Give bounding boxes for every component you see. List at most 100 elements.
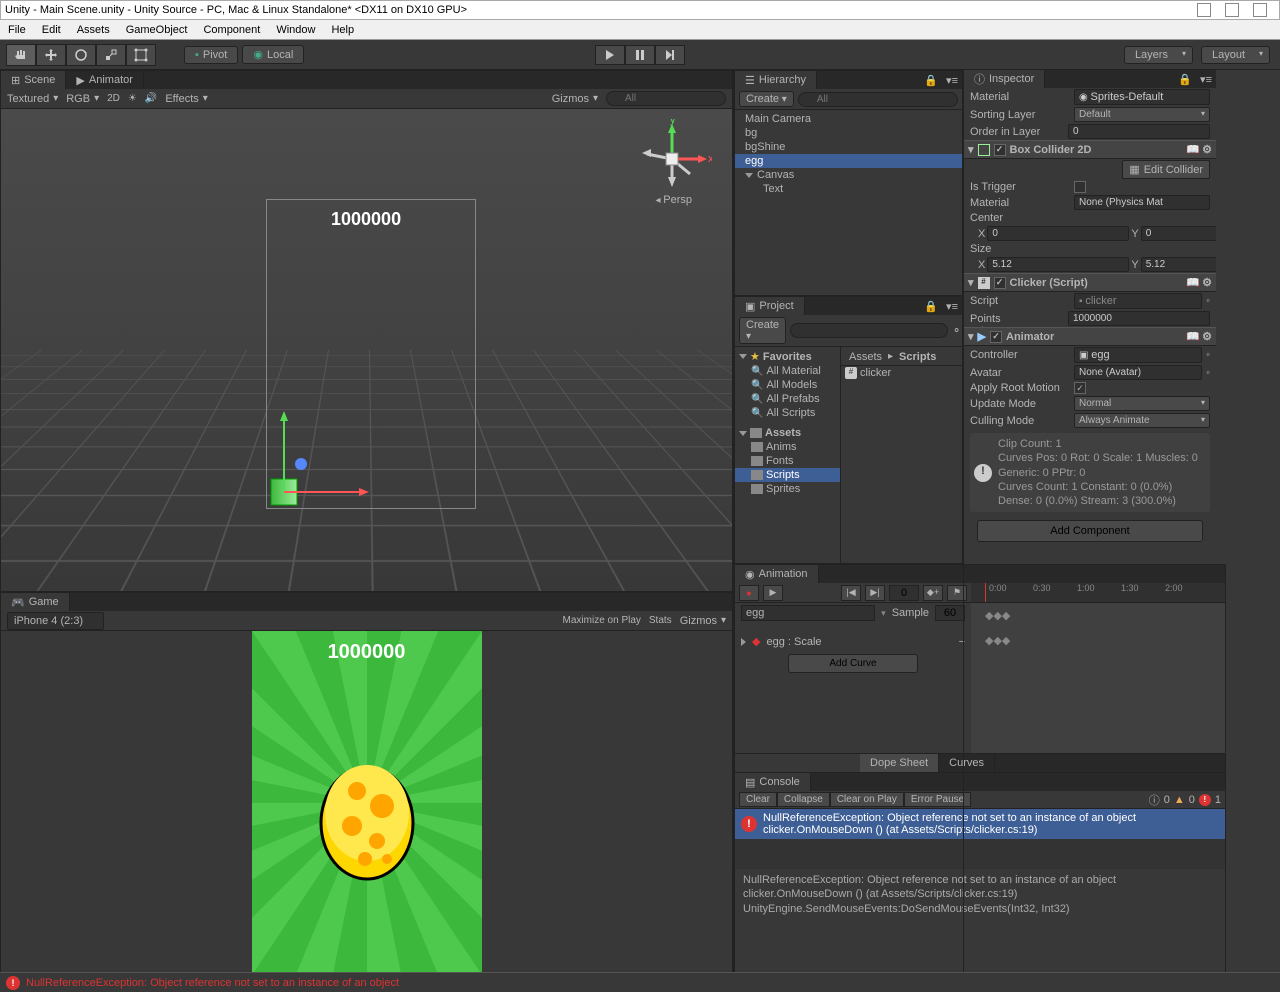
menu-edit[interactable]: Edit bbox=[42, 24, 61, 36]
animator-header[interactable]: ▾▶✓ Animator 📖⚙ bbox=[964, 327, 1216, 346]
size-x-field[interactable] bbox=[987, 257, 1129, 272]
sample-field[interactable] bbox=[935, 605, 965, 621]
aspect-dropdown[interactable]: iPhone 4 (2:3) bbox=[7, 612, 104, 630]
box-collider-header[interactable]: ▾✓ Box Collider 2D 📖⚙ bbox=[964, 140, 1216, 159]
trigger-checkbox[interactable] bbox=[1074, 181, 1086, 193]
gear-icon[interactable]: ⚙ bbox=[1202, 276, 1212, 289]
controller-field[interactable]: ▣ egg bbox=[1074, 347, 1202, 363]
project-create-button[interactable]: Create ▾ bbox=[739, 317, 786, 344]
clear-button[interactable]: Clear bbox=[739, 792, 777, 807]
audio-icon[interactable]: 🔊 bbox=[145, 93, 157, 104]
2d-toggle[interactable]: 2D bbox=[107, 93, 120, 104]
close-icon[interactable] bbox=[1253, 3, 1267, 17]
help-icon[interactable]: 📖 bbox=[1186, 276, 1200, 289]
menu-gameobject[interactable]: GameObject bbox=[126, 24, 188, 36]
tab-console[interactable]: ▤Console bbox=[735, 773, 811, 791]
game-gizmos-dropdown[interactable]: Gizmos ▾ bbox=[680, 615, 726, 627]
edit-collider-button[interactable]: ▦Edit Collider bbox=[1122, 160, 1210, 179]
lock-icon[interactable]: 🔒 bbox=[920, 74, 942, 87]
script-field[interactable]: ▪ clicker bbox=[1074, 293, 1202, 309]
anim-track[interactable]: ◆egg : Scale− bbox=[735, 633, 971, 650]
points-field[interactable] bbox=[1068, 311, 1210, 326]
maximize-toggle[interactable]: Maximize on Play bbox=[563, 615, 641, 626]
menu-file[interactable]: File bbox=[8, 24, 26, 36]
hand-tool-icon[interactable] bbox=[6, 44, 36, 66]
size-y-field[interactable] bbox=[1141, 257, 1216, 272]
fav-prefabs[interactable]: 🔍All Prefabs bbox=[735, 392, 840, 406]
hierarchy-item-canvas[interactable]: Canvas bbox=[735, 168, 962, 182]
hierarchy-item-bg[interactable]: bg bbox=[735, 126, 962, 140]
move-tool-icon[interactable] bbox=[36, 44, 66, 66]
statusbar[interactable]: ! NullReferenceException: Object referen… bbox=[0, 972, 1280, 992]
panel-menu-icon[interactable]: ▾≡ bbox=[942, 74, 962, 87]
help-icon[interactable]: 📖 bbox=[1186, 143, 1200, 156]
pivot-toggle[interactable]: ▪Pivot bbox=[184, 46, 238, 64]
collider-enabled-checkbox[interactable]: ✓ bbox=[994, 144, 1006, 156]
hierarchy-item-text[interactable]: Text bbox=[735, 182, 962, 196]
filter-icon[interactable]: ⚬ bbox=[952, 324, 961, 337]
scene-search-input[interactable] bbox=[606, 91, 726, 106]
menu-help[interactable]: Help bbox=[331, 24, 354, 36]
scene-viewport[interactable]: 1000000 y bbox=[1, 109, 732, 591]
clear-on-play-button[interactable]: Clear on Play bbox=[830, 792, 904, 807]
stats-toggle[interactable]: Stats bbox=[649, 615, 672, 626]
collider-material-field[interactable]: None (Physics Mat bbox=[1074, 195, 1210, 210]
center-x-field[interactable] bbox=[987, 226, 1129, 241]
folder-anims[interactable]: Anims bbox=[735, 440, 840, 454]
sorting-layer-dropdown[interactable]: Default bbox=[1074, 107, 1210, 122]
help-icon[interactable]: 📖 bbox=[1186, 330, 1200, 343]
scale-tool-icon[interactable] bbox=[96, 44, 126, 66]
animator-enabled-checkbox[interactable]: ✓ bbox=[990, 331, 1002, 343]
maximize-icon[interactable] bbox=[1225, 3, 1239, 17]
tab-hierarchy[interactable]: ☰Hierarchy bbox=[735, 71, 817, 89]
panel-menu-icon[interactable]: ▾≡ bbox=[942, 300, 962, 313]
lighting-icon[interactable]: ☀ bbox=[128, 93, 137, 104]
tab-project[interactable]: ▣Project bbox=[735, 297, 805, 315]
play-button-icon[interactable] bbox=[595, 45, 625, 65]
folder-scripts[interactable]: Scripts bbox=[735, 468, 840, 482]
fav-models[interactable]: 🔍All Models bbox=[735, 378, 840, 392]
clicker-script-header[interactable]: ▾#✓ Clicker (Script) 📖⚙ bbox=[964, 273, 1216, 292]
pause-button-icon[interactable] bbox=[625, 45, 655, 65]
menu-assets[interactable]: Assets bbox=[77, 24, 110, 36]
lock-icon[interactable]: 🔒 bbox=[920, 300, 942, 313]
clip-dropdown[interactable]: egg bbox=[741, 605, 875, 621]
local-toggle[interactable]: ◉Local bbox=[242, 45, 304, 64]
tab-game[interactable]: 🎮Game bbox=[1, 593, 70, 611]
tab-animator[interactable]: ▶Animator bbox=[66, 71, 144, 89]
avatar-field[interactable]: None (Avatar) bbox=[1074, 365, 1202, 380]
tab-inspector[interactable]: ⓘInspector bbox=[964, 70, 1045, 88]
lock-icon[interactable]: 🔒 bbox=[1174, 73, 1196, 86]
center-y-field[interactable] bbox=[1141, 226, 1216, 241]
rect-tool-icon[interactable] bbox=[126, 44, 156, 66]
root-motion-checkbox[interactable]: ✓ bbox=[1074, 382, 1086, 394]
persp-label[interactable]: ◂ Persp bbox=[655, 194, 692, 206]
assets-folder[interactable]: Assets bbox=[735, 426, 840, 440]
collapse-button[interactable]: Collapse bbox=[777, 792, 830, 807]
draw-mode-dropdown[interactable]: Textured ▾ bbox=[7, 93, 58, 105]
hierarchy-create-button[interactable]: Create ▾ bbox=[739, 91, 794, 107]
hierarchy-item-camera[interactable]: Main Camera bbox=[735, 112, 962, 126]
folder-sprites[interactable]: Sprites bbox=[735, 482, 840, 496]
project-search-input[interactable] bbox=[790, 323, 948, 338]
anim-play-icon[interactable]: ▶ bbox=[763, 585, 783, 601]
panel-menu-icon[interactable]: ▾≡ bbox=[1196, 73, 1216, 86]
tab-scene[interactable]: ⊞Scene bbox=[1, 71, 66, 89]
tab-animation[interactable]: ◉Animation bbox=[735, 565, 819, 583]
render-mode-dropdown[interactable]: RGB ▾ bbox=[66, 93, 99, 105]
fav-materials[interactable]: 🔍All Material bbox=[735, 364, 840, 378]
step-button-icon[interactable] bbox=[655, 45, 685, 65]
animation-timeline[interactable]: 0:00 0:30 1:00 1:30 2:00 bbox=[971, 583, 1225, 603]
gear-icon[interactable]: ⚙ bbox=[1202, 143, 1212, 156]
order-field[interactable] bbox=[1068, 124, 1210, 139]
record-button-icon[interactable]: ● bbox=[739, 585, 759, 601]
fav-scripts[interactable]: 🔍All Scripts bbox=[735, 406, 840, 420]
material-field[interactable]: ◉ Sprites-Default bbox=[1074, 89, 1210, 105]
file-clicker[interactable]: #clicker bbox=[841, 366, 962, 380]
game-viewport[interactable]: 1000000 bbox=[252, 631, 482, 975]
layers-dropdown[interactable]: Layers bbox=[1124, 46, 1193, 64]
gizmos-dropdown[interactable]: Gizmos ▾ bbox=[552, 93, 598, 105]
effects-dropdown[interactable]: Effects ▾ bbox=[165, 93, 207, 105]
culling-mode-dropdown[interactable]: Always Animate bbox=[1074, 413, 1210, 428]
add-curve-button[interactable]: Add Curve bbox=[788, 654, 917, 673]
